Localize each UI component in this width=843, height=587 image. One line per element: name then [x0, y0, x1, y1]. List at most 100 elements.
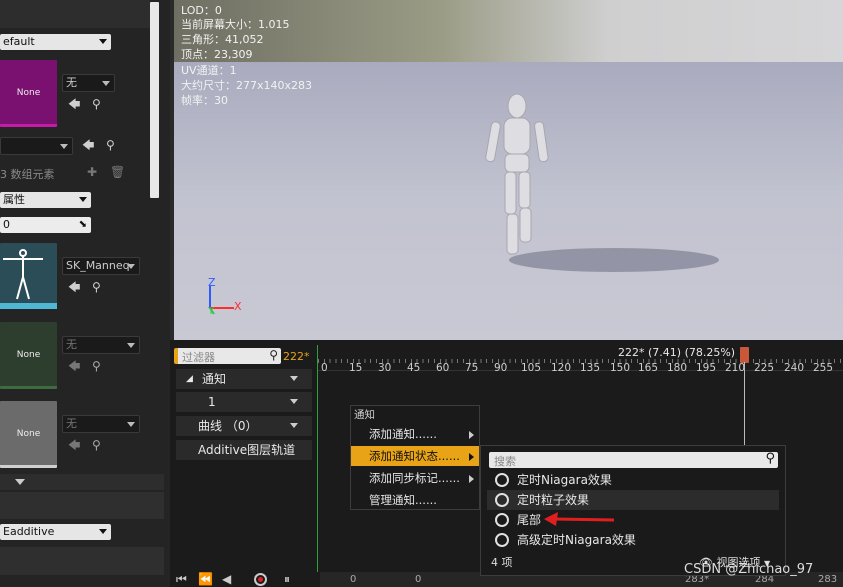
search-icon[interactable]: ⚲: [92, 439, 101, 451]
stat-triangles: 三角形：41,052: [181, 33, 264, 46]
additive-layer-track[interactable]: Additive图层轨道: [176, 440, 312, 460]
use-selected-arrow-icon[interactable]: 🡄: [68, 98, 80, 110]
menu-item-add-sync-marker[interactable]: 添加同步标记......: [351, 468, 479, 488]
record-icon[interactable]: [254, 573, 267, 586]
play-reverse-icon[interactable]: ◀: [222, 572, 231, 586]
curves-label: 曲线 （0）: [198, 419, 258, 433]
property-combo[interactable]: 属性: [0, 192, 91, 208]
tick-label: 120: [551, 362, 572, 374]
material-select[interactable]: 无: [62, 415, 140, 433]
menu-item-add-notify[interactable]: 添加通知......: [351, 424, 479, 444]
tick-label: 30: [378, 362, 392, 374]
submenu-item-label: 高级定时Niagara效果: [517, 533, 636, 547]
search-icon: ⚲: [765, 451, 775, 466]
material-thumbnail[interactable]: None: [0, 322, 57, 389]
menu-item-add-notify-state[interactable]: 添加通知状态......: [351, 446, 479, 466]
chevron-down-icon: [290, 423, 298, 428]
menu-item-label: 管理通知......: [369, 493, 437, 507]
step-back-icon[interactable]: ⏪: [198, 572, 213, 586]
radio-icon: [495, 493, 509, 507]
tick-label: 105: [521, 362, 542, 374]
playhead-readout: 222* (7.41) (78.25%): [618, 346, 736, 359]
tick-label: 150: [610, 362, 631, 374]
array-combo[interactable]: [0, 137, 73, 155]
axis-y-label: Y: [208, 306, 215, 317]
combo-value: Eadditive: [3, 525, 55, 538]
notify-track-label: 通知: [202, 372, 227, 386]
timeline-ruler[interactable]: 222* (7.41) (78.25%) 0 15 30 45 60 75 90…: [318, 345, 843, 374]
chevron-down-icon: [127, 422, 135, 427]
range-max: 283: [818, 574, 838, 585]
thumbnail-label: None: [16, 350, 41, 360]
notify-index-label: 1: [208, 395, 216, 409]
playhead-handle[interactable]: [740, 347, 749, 363]
filter-input[interactable]: 过滤器 ⚲: [174, 348, 281, 364]
notify-track-header[interactable]: ◢ 通知: [176, 369, 312, 389]
tick-label: 60: [436, 362, 450, 374]
additive-type-combo[interactable]: Eadditive: [0, 524, 111, 540]
search-icon[interactable]: ⚲: [106, 139, 115, 151]
number-field[interactable]: 0 ⬊: [0, 217, 91, 233]
filter-placeholder: 过滤器: [182, 351, 215, 364]
search-icon[interactable]: ⚲: [92, 281, 101, 293]
stat-approx-size: 大约尺寸：277x140x283: [181, 79, 313, 92]
viewport-background-foliage: [174, 0, 843, 62]
material-select[interactable]: 无: [62, 74, 115, 92]
3d-viewport[interactable]: LOD：0 当前屏幕大小：1.015 三角形：41,052 顶点：23,309 …: [170, 0, 843, 340]
stat-uv-channels: UV通道：1: [181, 64, 237, 77]
select-value: 无: [66, 76, 77, 89]
chevron-down-icon: [290, 376, 298, 381]
category-row: [0, 547, 164, 575]
annotation-arrow: [544, 512, 615, 526]
start-marker: [317, 345, 318, 587]
search-icon: ⚲: [269, 348, 278, 362]
chevron-down-icon: [102, 81, 110, 86]
mannequin-icon: [0, 249, 57, 309]
tick-label: 255: [813, 362, 834, 374]
submenu-item-advanced-timed-niagara[interactable]: 高级定时Niagara效果: [487, 530, 779, 550]
chevron-down-icon: [127, 264, 135, 269]
vertical-scrollbar[interactable]: [150, 2, 159, 198]
submenu-item-timed-particle[interactable]: 定时粒子效果: [487, 490, 779, 510]
add-icon[interactable]: ✚: [87, 166, 97, 178]
notify-state-submenu: 搜索 ⚲ 定时Niagara效果 定时粒子效果 尾部 高级定时Niagara效果…: [480, 445, 786, 576]
menu-item-label: 添加通知状态......: [369, 449, 460, 463]
submenu-item-timed-niagara[interactable]: 定时Niagara效果: [487, 470, 779, 490]
menu-section-header: 通知: [354, 409, 375, 421]
tick-label: 210: [725, 362, 746, 374]
search-icon[interactable]: ⚲: [92, 360, 101, 372]
panel-header: [0, 0, 150, 28]
tick-label: 240: [784, 362, 805, 374]
current-frame-field[interactable]: 222*: [283, 350, 310, 363]
pause-icon[interactable]: ⏸: [284, 572, 290, 587]
radio-icon: [495, 473, 509, 487]
tick-label: 15: [349, 362, 363, 374]
curves-track[interactable]: 曲线 （0）: [176, 416, 312, 436]
chevron-right-icon: [469, 431, 474, 439]
material-select[interactable]: 无: [62, 336, 140, 354]
search-icon[interactable]: ⚲: [92, 98, 101, 110]
skeletal-mesh-thumbnail[interactable]: [0, 243, 57, 309]
use-selected-arrow-icon[interactable]: 🡄: [68, 439, 80, 451]
menu-item-manage-notifies[interactable]: 管理通知......: [351, 490, 479, 510]
material-thumbnail[interactable]: None: [0, 60, 57, 127]
top-combo[interactable]: efault: [0, 34, 111, 50]
expand-row[interactable]: [0, 474, 164, 490]
skip-to-start-icon[interactable]: ⏮: [176, 572, 187, 587]
material-thumbnail[interactable]: None: [0, 401, 57, 468]
use-selected-arrow-icon[interactable]: 🡄: [82, 139, 94, 151]
transport-controls: ⏮ ⏪ ◀ ⏸: [170, 572, 320, 587]
trash-icon[interactable]: 🗑: [110, 166, 125, 178]
mesh-select[interactable]: SK_Manneq: [62, 257, 140, 275]
select-value: 无: [66, 417, 77, 430]
use-selected-arrow-icon[interactable]: 🡄: [68, 360, 80, 372]
submenu-search-input[interactable]: 搜索 ⚲: [489, 451, 778, 468]
watermark: CSDN @Zhichao_97: [684, 562, 814, 577]
notify-track-index[interactable]: 1: [176, 392, 312, 412]
chevron-down-icon: [99, 39, 107, 44]
use-selected-arrow-icon[interactable]: 🡄: [68, 281, 80, 293]
submenu-item-trail[interactable]: 尾部: [487, 510, 779, 530]
stat-framerate: 帧率：30: [181, 94, 228, 107]
axis-x-label: X: [234, 300, 242, 313]
radio-icon: [495, 533, 509, 547]
